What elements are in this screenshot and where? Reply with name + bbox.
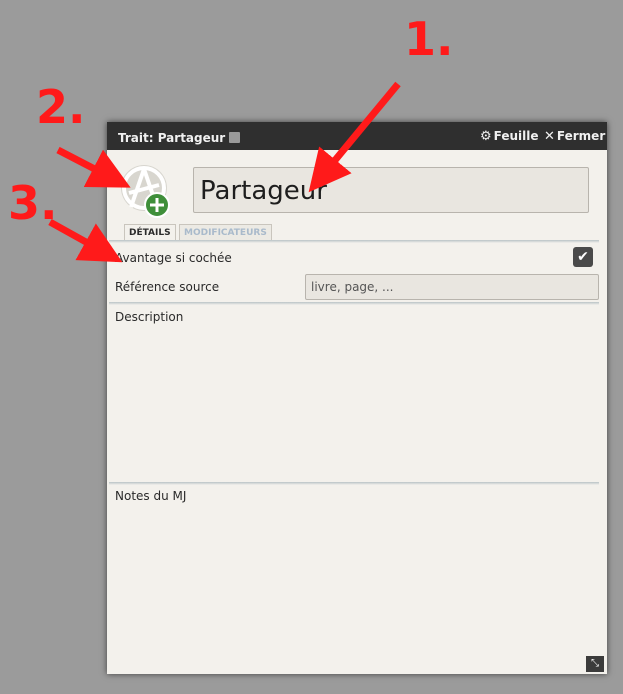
annotation-arrows	[48, 81, 401, 263]
arrow-2	[56, 146, 131, 188]
arrow-3	[48, 218, 123, 263]
arrow-1	[308, 81, 401, 193]
